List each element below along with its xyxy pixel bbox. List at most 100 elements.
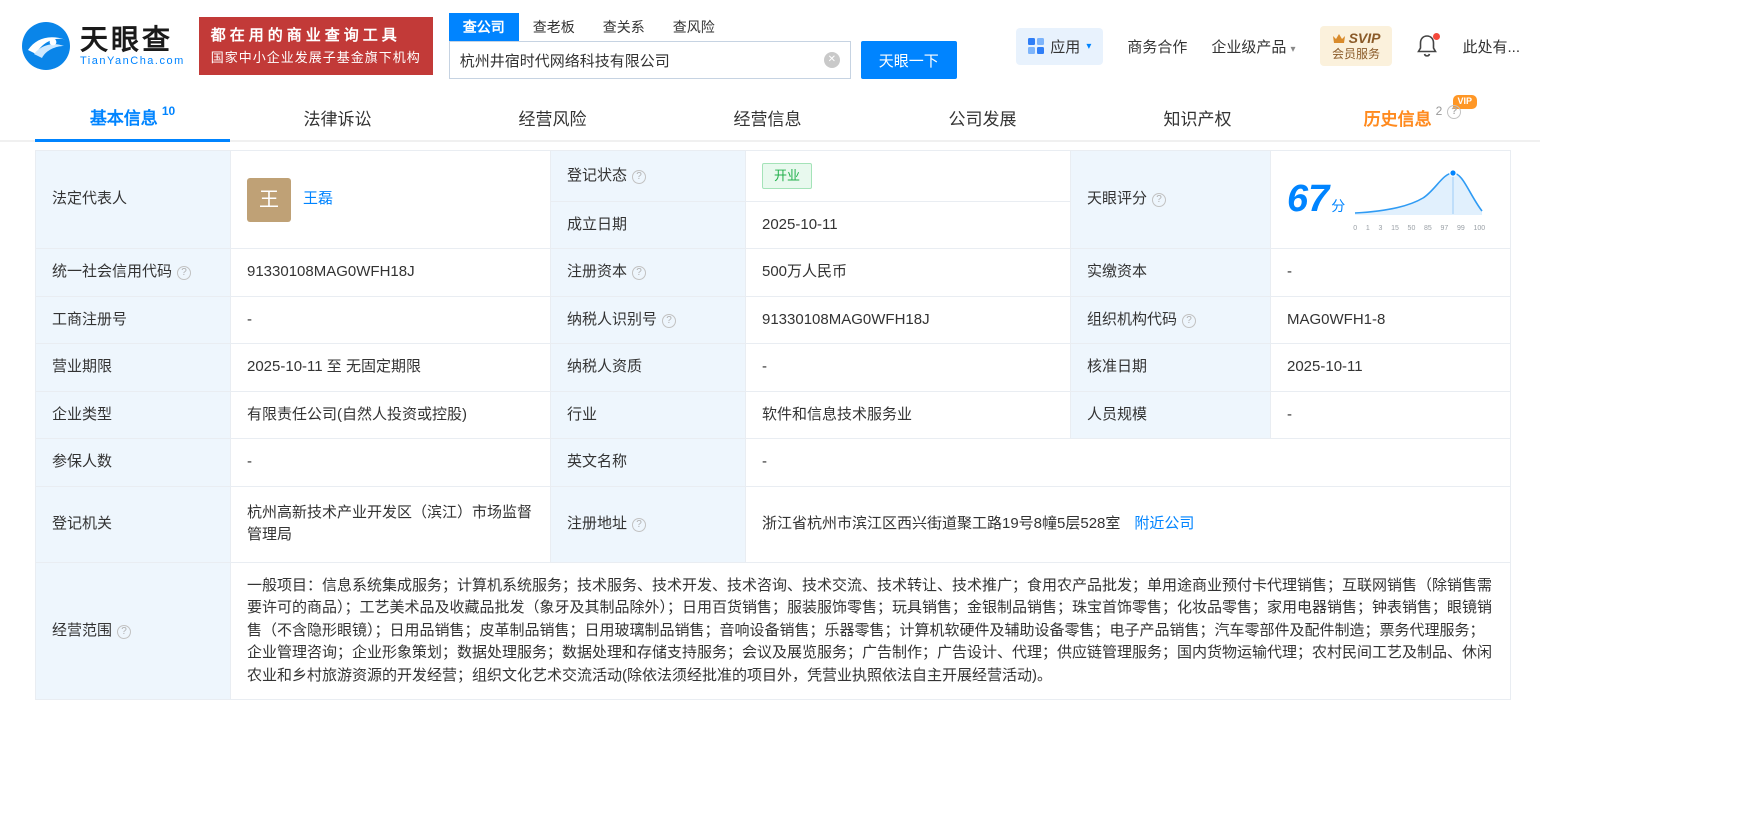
tab-label: 基本信息 xyxy=(90,104,158,129)
promo-line2: 国家中小企业发展子基金旗下机构 xyxy=(211,48,421,68)
search-box: ✕ xyxy=(449,41,851,79)
nearby-companies-link[interactable]: 附近公司 xyxy=(1134,513,1194,536)
help-icon[interactable]: ? xyxy=(1447,105,1461,119)
tianyancha-logo[interactable]: 天眼查 TianYanCha.com xyxy=(20,20,185,72)
field-label-text: 纳税人识别号 xyxy=(567,311,657,328)
apps-menu-button[interactable]: 应用 ▾ xyxy=(1016,28,1103,65)
field-label: 经营范围? xyxy=(36,562,231,700)
legal-rep-cell: 王 王磊 xyxy=(231,151,551,249)
help-icon[interactable]: ? xyxy=(1182,314,1196,328)
help-icon[interactable]: ? xyxy=(632,170,646,184)
field-label: 营业期限 xyxy=(36,344,231,392)
score-chart: 0 1 3 15 50 85 97 99 100 xyxy=(1353,165,1485,234)
axis-tick: 85 xyxy=(1424,224,1432,235)
enterprise-products-link[interactable]: 企业级产品 ▾ xyxy=(1211,36,1295,57)
field-value: - xyxy=(1271,249,1511,297)
tab-history-info[interactable]: VIP 历史信息 2 ? xyxy=(1305,94,1520,140)
score-unit: 分 xyxy=(1331,198,1345,214)
header-right-nav: 应用 ▾ 商务合作 企业级产品 ▾ SVIP 会员服务 xyxy=(1016,26,1520,67)
field-label-text: 组织机构代码 xyxy=(1087,311,1177,328)
field-value: 杭州高新技术产业开发区（滨江）市场监督管理局 xyxy=(231,486,551,562)
search-tab-boss[interactable]: 查老板 xyxy=(519,13,589,41)
field-label: 参保人数 xyxy=(36,439,231,487)
tab-label: 经营信息 xyxy=(734,105,802,130)
crown-icon xyxy=(1332,33,1346,44)
tab-label: 法律诉讼 xyxy=(304,105,372,130)
field-label-text: 统一社会信用代码 xyxy=(52,263,172,280)
tianyancha-logo-icon xyxy=(20,20,72,72)
field-value: 91330108MAG0WFH18J xyxy=(746,296,1071,344)
tab-label: 历史信息 xyxy=(1364,105,1432,130)
promo-banner: 都在用的商业查询工具 国家中小企业发展子基金旗下机构 xyxy=(199,17,433,75)
field-label: 企业类型 xyxy=(36,391,231,439)
field-value: 有限责任公司(自然人投资或控股) xyxy=(231,391,551,439)
axis-tick: 99 xyxy=(1457,224,1465,235)
field-value: 2025-10-11 至 无固定期限 xyxy=(231,344,551,392)
business-scope-value: 一般项目：信息系统集成服务；计算机系统服务；技术服务、技术开发、技术咨询、技术交… xyxy=(231,562,1511,700)
field-value: 2025-10-11 xyxy=(746,201,1071,249)
tab-count: 10 xyxy=(162,104,175,118)
field-label: 天眼评分? xyxy=(1071,151,1271,249)
tab-label: 知识产权 xyxy=(1164,105,1232,130)
tab-intellectual-property[interactable]: 知识产权 xyxy=(1090,94,1305,140)
company-search-input[interactable] xyxy=(460,52,824,69)
tab-basic-info[interactable]: 基本信息 10 xyxy=(35,94,230,142)
field-label: 登记机关 xyxy=(36,486,231,562)
field-label: 纳税人识别号? xyxy=(551,296,746,344)
tab-operating-risk[interactable]: 经营风险 xyxy=(445,94,660,140)
tab-label: 经营风险 xyxy=(519,105,587,130)
tab-legal-litigation[interactable]: 法律诉讼 xyxy=(230,94,445,140)
field-value: - xyxy=(231,296,551,344)
search-button[interactable]: 天眼一下 xyxy=(861,41,957,79)
status-badge: 开业 xyxy=(762,163,812,189)
field-label: 人员规模 xyxy=(1071,391,1271,439)
section-tabs: 基本信息 10 法律诉讼 经营风险 经营信息 公司发展 知识产权 VIP 历史信… xyxy=(0,94,1540,142)
logo-domain: TianYanCha.com xyxy=(80,55,185,67)
field-value: 500万人民币 xyxy=(746,249,1071,297)
score-value: 67 xyxy=(1287,178,1329,220)
search-row: ✕ 天眼一下 xyxy=(449,41,957,79)
axis-tick: 0 xyxy=(1353,224,1357,235)
help-icon[interactable]: ? xyxy=(117,625,131,639)
search-tab-relation[interactable]: 查关系 xyxy=(589,13,659,41)
axis-tick: 100 xyxy=(1473,224,1485,235)
enterprise-products-label: 企业级产品 xyxy=(1211,39,1286,56)
apps-menu-label: 应用 xyxy=(1050,36,1080,57)
svip-membership-button[interactable]: SVIP 会员服务 xyxy=(1320,26,1393,67)
logo-brand: 天眼查 xyxy=(80,25,185,54)
field-value: 软件和信息技术服务业 xyxy=(746,391,1071,439)
field-label: 英文名称 xyxy=(551,439,746,487)
tab-count: 2 xyxy=(1436,104,1443,118)
search-tab-company[interactable]: 查公司 xyxy=(449,13,519,41)
field-label: 法定代表人 xyxy=(36,151,231,249)
search-area: 查公司 查老板 查关系 查风险 ✕ 天眼一下 xyxy=(449,13,957,79)
search-tab-risk[interactable]: 查风险 xyxy=(659,13,729,41)
tab-company-development[interactable]: 公司发展 xyxy=(875,94,1090,140)
field-label: 行业 xyxy=(551,391,746,439)
field-value: - xyxy=(231,439,551,487)
notification-dot xyxy=(1433,33,1440,40)
field-label: 实缴资本 xyxy=(1071,249,1271,297)
svip-sublabel: 会员服务 xyxy=(1332,47,1381,62)
notifications-bell-icon[interactable] xyxy=(1416,34,1438,58)
field-label: 组织机构代码? xyxy=(1071,296,1271,344)
account-menu[interactable]: 此处有... xyxy=(1462,36,1520,57)
tab-operating-info[interactable]: 经营信息 xyxy=(660,94,875,140)
search-tabs: 查公司 查老板 查关系 查风险 xyxy=(449,13,957,41)
clear-search-icon[interactable]: ✕ xyxy=(824,52,840,68)
top-header: 天眼查 TianYanCha.com 都在用的商业查询工具 国家中小企业发展子基… xyxy=(0,0,1540,92)
help-icon[interactable]: ? xyxy=(632,518,646,532)
help-icon[interactable]: ? xyxy=(632,266,646,280)
help-icon[interactable]: ? xyxy=(177,266,191,280)
field-label: 工商注册号 xyxy=(36,296,231,344)
help-icon[interactable]: ? xyxy=(662,314,676,328)
field-label-text: 登记状态 xyxy=(567,167,627,184)
axis-tick: 15 xyxy=(1391,224,1399,235)
business-cooperation-link[interactable]: 商务合作 xyxy=(1127,36,1187,57)
page: 天眼查 TianYanCha.com 都在用的商业查询工具 国家中小企业发展子基… xyxy=(0,0,1540,700)
axis-tick: 3 xyxy=(1378,224,1382,235)
legal-rep-avatar[interactable]: 王 xyxy=(247,178,291,222)
field-label: 注册地址? xyxy=(551,486,746,562)
legal-rep-name-link[interactable]: 王磊 xyxy=(303,188,333,211)
help-icon[interactable]: ? xyxy=(1152,193,1166,207)
